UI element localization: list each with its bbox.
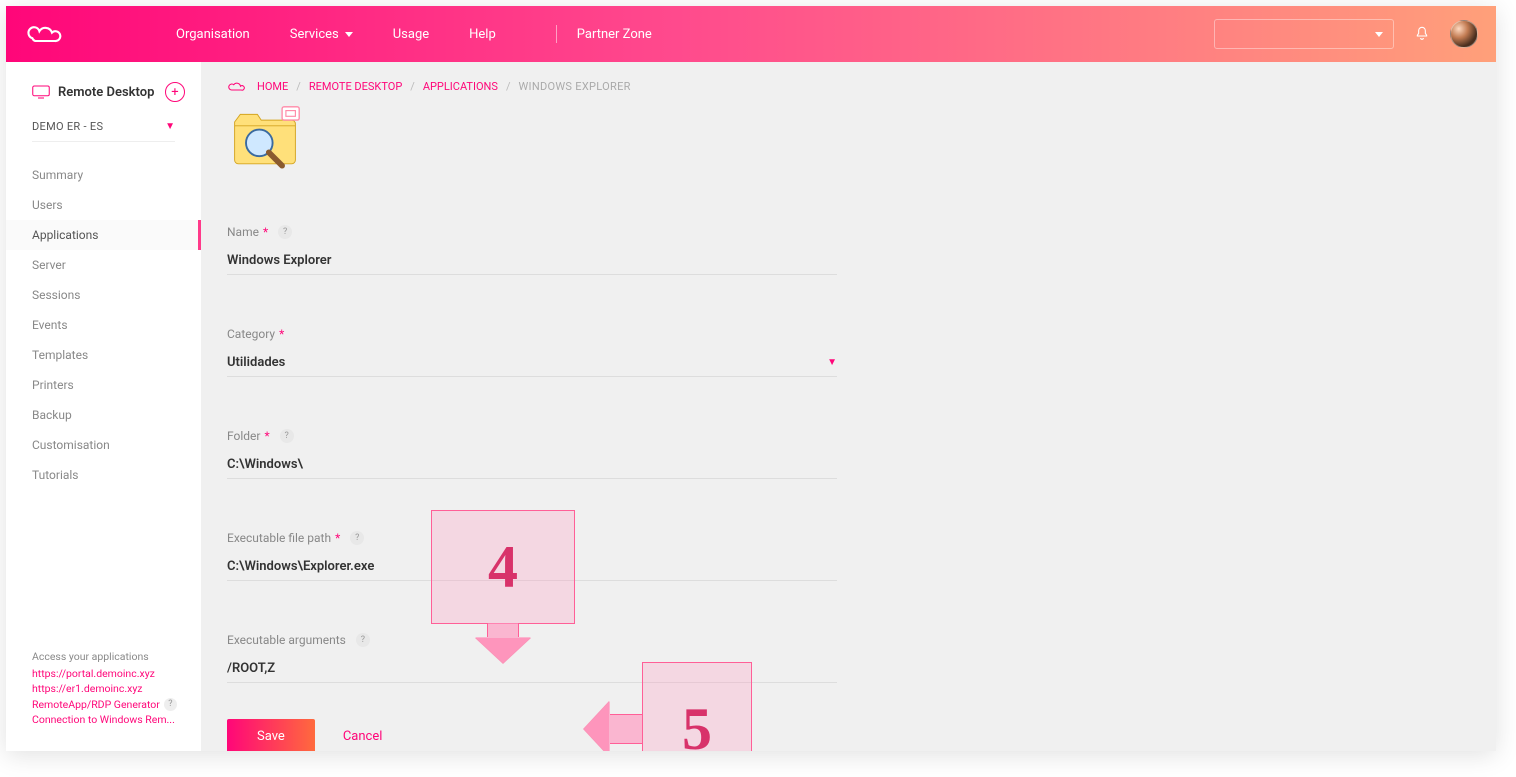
add-button[interactable]: + bbox=[165, 82, 185, 102]
topbar-dropdown[interactable] bbox=[1214, 19, 1394, 49]
crumb-remote-desktop[interactable]: REMOTE DESKTOP bbox=[309, 80, 402, 93]
nav-help[interactable]: Help bbox=[469, 27, 496, 42]
field-folder-label: Folder bbox=[227, 429, 260, 443]
field-exe-args: Executable arguments ? bbox=[227, 633, 837, 683]
monitor-icon bbox=[32, 85, 50, 99]
chevron-down-icon: ▼ bbox=[165, 121, 175, 132]
help-icon[interactable]: ? bbox=[280, 429, 294, 443]
app-root: Organisation Services Usage Help Partner… bbox=[6, 6, 1496, 751]
nav-organisation[interactable]: Organisation bbox=[176, 27, 250, 42]
chevron-down-icon bbox=[1375, 32, 1383, 37]
field-category: Category * Utilidades ▼ bbox=[227, 327, 837, 377]
folder-input[interactable] bbox=[227, 453, 837, 479]
main-content: HOME / REMOTE DESKTOP / APPLICATIONS / W… bbox=[201, 62, 1496, 751]
exe-args-input[interactable] bbox=[227, 657, 837, 683]
topbar-right bbox=[1214, 19, 1478, 49]
sidebar-footer: Access your applications https://portal.… bbox=[6, 649, 201, 741]
save-button[interactable]: Save bbox=[227, 719, 315, 751]
sidebar-header: Remote Desktop + bbox=[6, 82, 201, 120]
name-input[interactable] bbox=[227, 249, 837, 275]
field-args-label: Executable arguments bbox=[227, 633, 346, 647]
divider bbox=[32, 141, 175, 142]
category-select[interactable]: Utilidades ▼ bbox=[227, 351, 837, 377]
bell-icon[interactable] bbox=[1414, 26, 1430, 42]
sidebar-link-er1[interactable]: https://er1.demoinc.xyz bbox=[32, 681, 183, 696]
sidebar: Remote Desktop + DEMO ER - ES ▼ Summary … bbox=[6, 62, 201, 751]
folder-search-icon bbox=[227, 103, 303, 179]
application-icon bbox=[227, 103, 303, 179]
field-category-label: Category bbox=[227, 327, 275, 341]
required-marker: * bbox=[279, 327, 284, 341]
nav-usage[interactable]: Usage bbox=[393, 27, 429, 42]
sidebar-item-customisation[interactable]: Customisation bbox=[6, 430, 201, 460]
chevron-down-icon bbox=[345, 32, 353, 37]
button-row: Save Cancel bbox=[227, 719, 1470, 751]
crumb-home[interactable]: HOME bbox=[257, 80, 288, 93]
required-marker: * bbox=[264, 429, 269, 443]
nav-partner-zone[interactable]: Partner Zone bbox=[577, 27, 652, 42]
sidebar-link-portal[interactable]: https://portal.demoinc.xyz bbox=[32, 666, 183, 681]
help-icon[interactable]: ? bbox=[356, 633, 370, 647]
body: Remote Desktop + DEMO ER - ES ▼ Summary … bbox=[6, 62, 1496, 751]
exe-path-input[interactable] bbox=[227, 555, 837, 581]
logo[interactable] bbox=[24, 20, 66, 48]
field-exe-path: Executable file path * ? bbox=[227, 531, 837, 581]
cancel-button[interactable]: Cancel bbox=[343, 729, 383, 744]
crumb-applications[interactable]: APPLICATIONS bbox=[423, 80, 498, 93]
tenant-name: DEMO ER - ES bbox=[32, 120, 103, 133]
cloud-icon bbox=[227, 81, 245, 93]
sidebar-item-sessions[interactable]: Sessions bbox=[6, 280, 201, 310]
breadcrumb: HOME / REMOTE DESKTOP / APPLICATIONS / W… bbox=[227, 80, 1470, 93]
sidebar-footer-heading: Access your applications bbox=[32, 649, 183, 664]
crumb-current: WINDOWS EXPLORER bbox=[518, 80, 630, 93]
field-name: Name * ? bbox=[227, 225, 837, 275]
nav-services-label: Services bbox=[290, 27, 339, 42]
help-icon[interactable]: ? bbox=[278, 225, 292, 239]
topbar: Organisation Services Usage Help Partner… bbox=[6, 6, 1496, 62]
field-name-label: Name bbox=[227, 225, 259, 239]
sidebar-item-templates[interactable]: Templates bbox=[6, 340, 201, 370]
sidebar-link-connection[interactable]: Connection to Windows Rem... bbox=[32, 712, 183, 727]
field-exe-label: Executable file path bbox=[227, 531, 331, 545]
nav-services[interactable]: Services bbox=[290, 27, 353, 42]
help-icon[interactable]: ? bbox=[164, 698, 177, 711]
sidebar-item-users[interactable]: Users bbox=[6, 190, 201, 220]
sidebar-item-backup[interactable]: Backup bbox=[6, 400, 201, 430]
cloud-logo-icon bbox=[24, 20, 66, 48]
field-folder: Folder * ? bbox=[227, 429, 837, 479]
required-marker: * bbox=[263, 225, 268, 239]
sidebar-item-summary[interactable]: Summary bbox=[6, 160, 201, 190]
tenant-selector[interactable]: DEMO ER - ES ▼ bbox=[6, 120, 201, 137]
help-icon[interactable]: ? bbox=[350, 531, 364, 545]
required-marker: * bbox=[335, 531, 340, 545]
category-value: Utilidades bbox=[227, 355, 285, 370]
sidebar-item-printers[interactable]: Printers bbox=[6, 370, 201, 400]
sidebar-title: Remote Desktop bbox=[58, 85, 154, 100]
avatar[interactable] bbox=[1450, 20, 1478, 48]
sidebar-link-rdp[interactable]: RemoteApp/RDP Generator bbox=[32, 697, 160, 712]
sidebar-item-applications[interactable]: Applications bbox=[6, 220, 201, 250]
sidebar-item-tutorials[interactable]: Tutorials bbox=[6, 460, 201, 490]
chevron-down-icon: ▼ bbox=[827, 357, 837, 368]
sidebar-item-server[interactable]: Server bbox=[6, 250, 201, 280]
nav-divider bbox=[556, 25, 557, 43]
sidebar-item-events[interactable]: Events bbox=[6, 310, 201, 340]
